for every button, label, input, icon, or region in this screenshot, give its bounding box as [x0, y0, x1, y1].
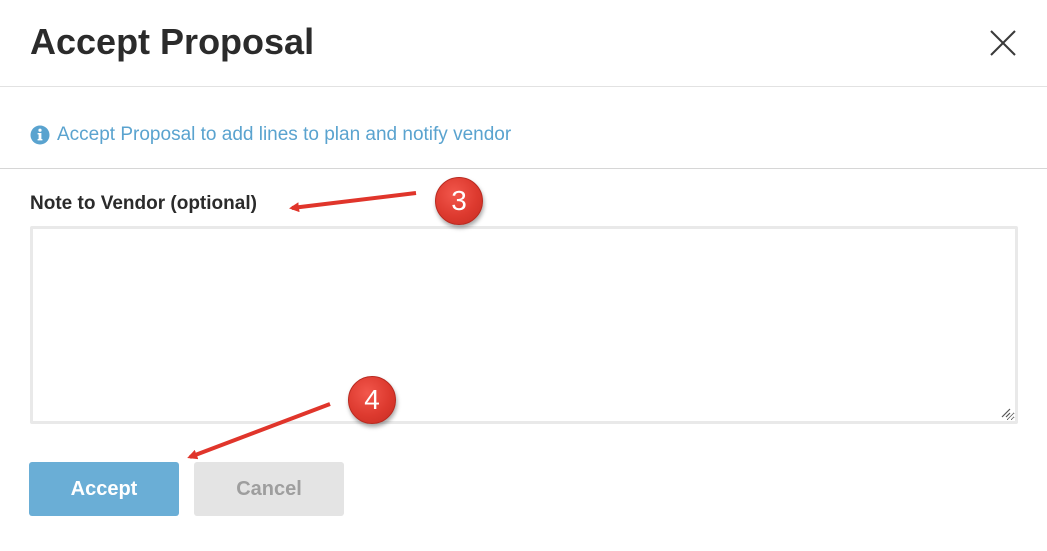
close-icon [990, 30, 1016, 56]
divider [0, 168, 1047, 169]
annotation-arrow-3 [289, 191, 417, 213]
resize-grip-icon[interactable] [999, 406, 1011, 418]
accept-button[interactable]: Accept [29, 462, 179, 516]
step-badge-3: 3 [435, 177, 483, 225]
close-button[interactable] [984, 24, 1022, 62]
note-to-vendor-textarea[interactable] [30, 226, 1018, 424]
info-text: Accept Proposal to add lines to plan and… [57, 124, 512, 145]
cancel-button[interactable]: Cancel [194, 462, 344, 516]
dialog-title: Accept Proposal [30, 21, 315, 62]
accept-proposal-dialog: Accept Proposal Accept Proposal to add l… [0, 0, 1047, 551]
info-message: Accept Proposal to add lines to plan and… [30, 122, 511, 148]
note-to-vendor-label: Note to Vendor (optional) [30, 193, 257, 214]
info-circle-icon [30, 125, 50, 145]
step-badge-4: 4 [348, 376, 396, 424]
dialog-header: Accept Proposal [0, 0, 1047, 87]
